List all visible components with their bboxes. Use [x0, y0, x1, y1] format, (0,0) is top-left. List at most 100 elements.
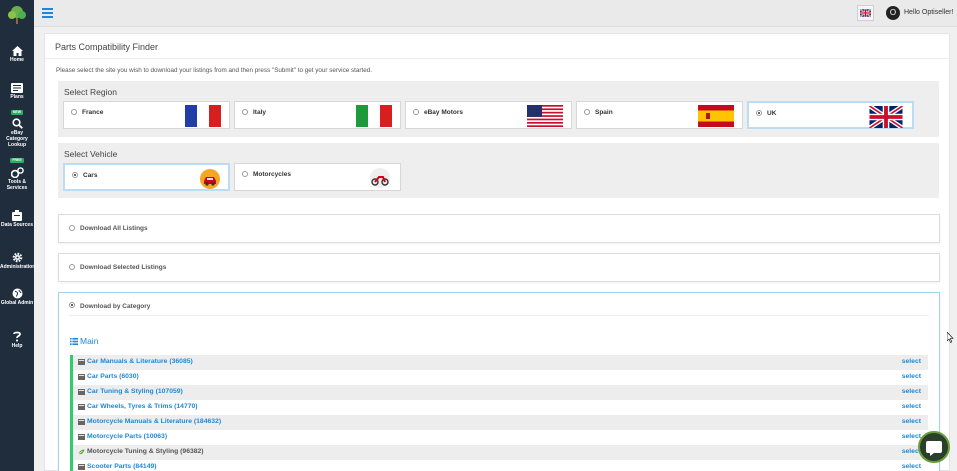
sidebar-item-label: Data Sources — [1, 222, 33, 228]
category-name[interactable]: Car Manuals & Literature (36085) — [87, 358, 193, 365]
region-option-france[interactable]: France — [63, 101, 230, 129]
category-list: Car Manuals & Literature (36085) select … — [70, 355, 928, 471]
radio-button[interactable] — [242, 109, 248, 115]
instructions-text: Please select the site you wish to downl… — [56, 67, 372, 74]
user-greeting[interactable]: Hello Optiseller! — [904, 9, 953, 16]
option-label: Spain — [595, 109, 613, 116]
sidebar-item-label: Global Admin — [0, 300, 34, 306]
home-icon — [11, 46, 23, 56]
category-name[interactable]: Scooter Parts (84149) — [87, 463, 157, 470]
option-label: Italy — [253, 109, 267, 116]
radio-button[interactable] — [413, 109, 419, 115]
mouse-cursor-icon — [947, 332, 954, 343]
radio-button[interactable] — [69, 264, 75, 270]
category-row[interactable]: Scooter Parts (84149) select — [73, 460, 928, 471]
category-row[interactable]: Car Wheels, Tyres & Trims (14770) select — [73, 400, 928, 415]
avatar[interactable]: O — [886, 6, 900, 20]
category-tree-heading[interactable]: Main — [70, 336, 98, 346]
folder-icon — [78, 359, 85, 365]
folder-icon — [78, 374, 85, 380]
sidebar-item-home[interactable]: Home — [0, 46, 34, 63]
download-all-option[interactable]: Download All Listings — [58, 214, 940, 243]
category-heading-label: Main — [80, 336, 99, 346]
vehicle-option-motorcycles[interactable]: Motorcycles — [234, 163, 401, 191]
region-option-ebay-motors[interactable]: eBay Motors — [405, 101, 572, 129]
sidebar-item-help[interactable]: Help — [0, 331, 34, 349]
region-option-spain[interactable]: Spain — [576, 101, 743, 129]
radio-button[interactable] — [69, 225, 75, 231]
category-row[interactable]: Car Tuning & Styling (107059) select — [73, 385, 928, 400]
category-name[interactable]: Car Tuning & Styling (107059) — [87, 388, 183, 395]
select-link[interactable]: select — [902, 433, 921, 440]
sidebar-item-global-admin[interactable]: Global Admin — [0, 288, 34, 306]
france-flag-icon — [185, 105, 221, 127]
folder-icon — [78, 389, 85, 395]
divider — [45, 58, 951, 59]
vehicle-title: Select Vehicle — [64, 149, 118, 159]
download-by-category-panel: Download by Category Main Car Manuals & … — [58, 292, 940, 471]
language-selector[interactable] — [857, 5, 874, 21]
select-link[interactable]: select — [902, 418, 921, 425]
category-row[interactable]: Car Parts (6030) select — [73, 370, 928, 385]
category-name[interactable]: Car Wheels, Tyres & Trims (14770) — [87, 403, 198, 410]
category-row[interactable]: Car Manuals & Literature (36085) select — [73, 355, 928, 370]
globe-icon — [12, 288, 22, 299]
car-icon — [200, 169, 220, 189]
option-label: Cars — [83, 172, 98, 179]
select-link[interactable]: select — [902, 463, 921, 470]
select-link[interactable]: select — [902, 388, 921, 395]
category-row[interactable]: Motorcycle Manuals & Literature (184632)… — [73, 415, 928, 430]
category-name[interactable]: Motorcycle Tuning & Styling (96382) — [87, 448, 204, 455]
chat-widget-button[interactable] — [918, 431, 950, 463]
option-label: France — [82, 109, 104, 116]
list-icon — [70, 338, 78, 345]
option-label[interactable]: Download by Category — [80, 303, 150, 310]
sidebar-item-administration[interactable]: Administration — [0, 252, 36, 270]
divider — [69, 315, 929, 316]
region-option-uk[interactable]: UK — [747, 101, 914, 129]
vehicle-option-cars[interactable]: Cars — [63, 163, 230, 191]
sidebar-item-label: eBay Category Lookup — [6, 130, 28, 148]
hamburger-menu-icon[interactable] — [42, 8, 53, 18]
radio-button[interactable] — [71, 109, 77, 115]
tree-logo-icon[interactable] — [6, 4, 28, 26]
tools-icon — [10, 167, 24, 178]
select-link[interactable]: select — [902, 358, 921, 365]
database-icon — [12, 210, 22, 221]
folder-icon — [78, 434, 85, 440]
help-icon — [13, 331, 21, 342]
sidebar-item-tools[interactable]: Tools & Services — [0, 167, 34, 191]
sidebar-item-category-lookup[interactable]: eBay Category Lookup FREE — [0, 118, 34, 166]
sidebar-item-label: Administration — [0, 264, 36, 270]
sidebar-item-data-sources[interactable]: Data Sources — [0, 210, 34, 228]
motorcycle-icon — [370, 168, 390, 188]
gear-icon — [12, 252, 22, 263]
sidebar-item-plans[interactable]: Plans NEW — [0, 83, 34, 118]
radio-button[interactable] — [242, 171, 248, 177]
category-row[interactable]: Motorcycle Parts (10063) select — [73, 430, 928, 445]
select-link[interactable]: select — [902, 403, 921, 410]
category-name[interactable]: Car Parts (6030) — [87, 373, 139, 380]
region-option-italy[interactable]: Italy — [234, 101, 401, 129]
category-name[interactable]: Motorcycle Parts (10063) — [87, 433, 167, 440]
sidebar: Home Plans NEW eBay Category Lookup FREE… — [0, 0, 36, 471]
download-selected-option[interactable]: Download Selected Listings — [58, 253, 940, 282]
region-section: Select Region France Italy eBay Motors S… — [58, 81, 939, 137]
select-link[interactable]: select — [902, 373, 921, 380]
radio-button[interactable] — [584, 109, 590, 115]
folder-icon — [78, 464, 85, 470]
region-title: Select Region — [64, 87, 117, 97]
radio-button[interactable] — [756, 110, 762, 116]
radio-button[interactable] — [72, 172, 78, 178]
category-row[interactable]: Motorcycle Tuning & Styling (96382) sele… — [73, 445, 928, 460]
uk-flag-icon — [868, 106, 904, 128]
option-label: Download Selected Listings — [80, 264, 167, 271]
leaf-icon — [78, 449, 85, 455]
top-bar: O Hello Optiseller! — [34, 0, 957, 27]
main-content: Parts Compatibility Finder Please select… — [44, 33, 951, 471]
folder-icon — [78, 404, 85, 410]
usa-flag-icon — [527, 105, 563, 127]
radio-button[interactable] — [69, 302, 75, 308]
category-name[interactable]: Motorcycle Manuals & Literature (184632) — [87, 418, 221, 425]
sidebar-item-label: Tools & Services — [6, 179, 28, 191]
